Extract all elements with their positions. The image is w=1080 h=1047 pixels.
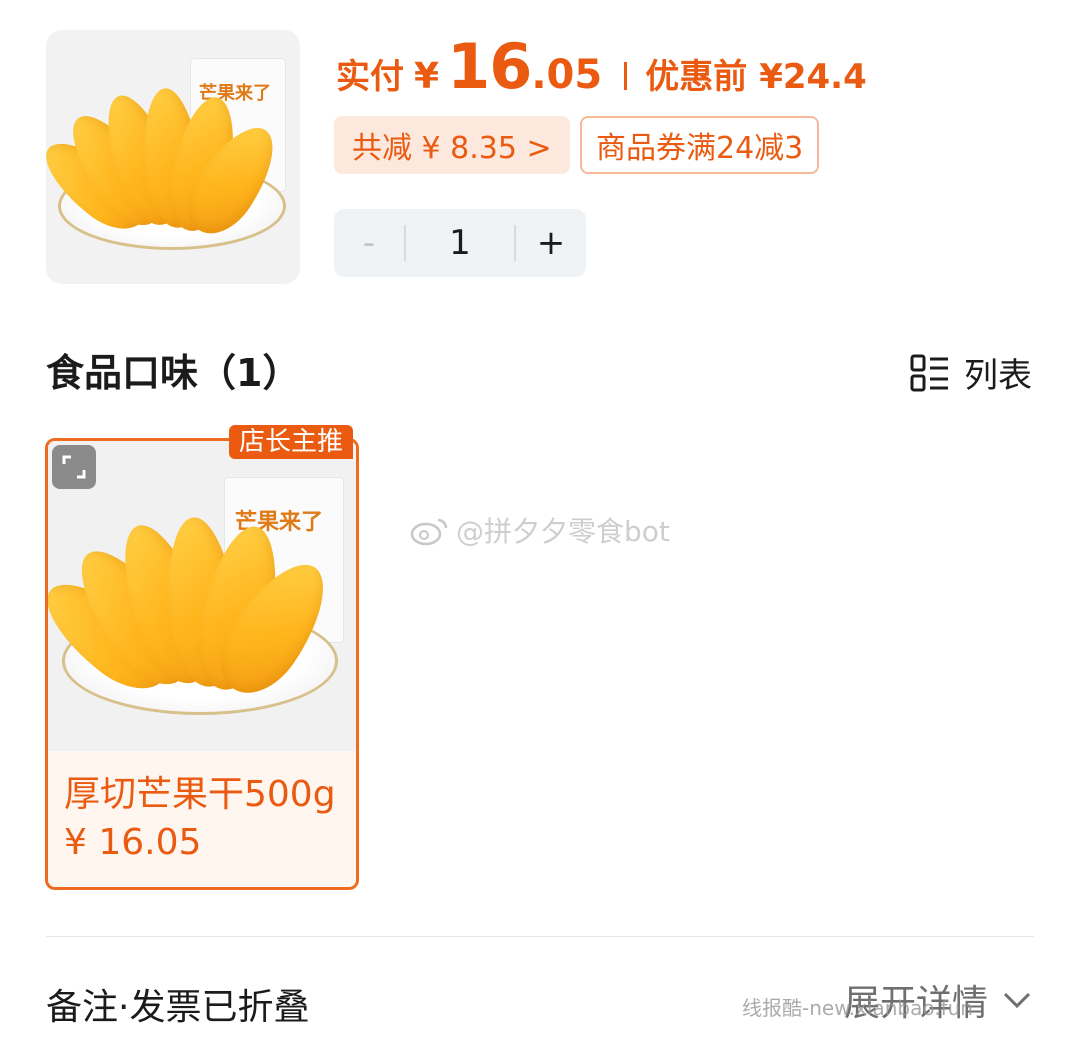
sku-option-card[interactable]: 芒果来了 厚切芒果干500g ¥ 16.05 [45, 438, 359, 890]
flavor-section-title: 食品口味（1） [46, 351, 301, 395]
quantity-stepper: - 1 + [334, 209, 586, 277]
sku-name-price: 厚切芒果干500g ¥ 16.05 [64, 774, 336, 863]
chevron-down-icon [1003, 992, 1031, 1009]
watermark-text: @拼夕夕零食bot [456, 515, 670, 548]
recommend-badge: 店长主推 [229, 425, 354, 459]
price-separator [624, 62, 628, 90]
source-watermark: 线报酷-new.xianbao.fun [742, 996, 973, 1020]
list-view-label: 列表 [964, 356, 1032, 396]
weibo-watermark: @拼夕夕零食bot [410, 510, 670, 550]
list-icon [910, 354, 948, 391]
weibo-icon [410, 518, 448, 546]
currency-symbol: ¥ [414, 56, 440, 97]
remark-invoice-label: 备注·发票已折叠 [46, 987, 310, 1028]
coupon-tag: 商品券满24减3 [580, 116, 820, 174]
paid-price-decimal: .05 [531, 52, 603, 98]
sku-image: 芒果来了 [48, 441, 356, 751]
expand-icon[interactable] [52, 445, 96, 489]
increase-button[interactable]: + [516, 209, 586, 277]
decrease-button[interactable]: - [334, 209, 404, 277]
section-divider [46, 936, 1034, 937]
paid-price-integer: 16 [447, 30, 532, 103]
product-thumbnail[interactable]: 芒果来了 [46, 30, 300, 284]
quantity-value[interactable]: 1 [406, 223, 514, 263]
list-view-toggle[interactable]: 列表 [910, 348, 1032, 397]
original-price: ¥24.4 [759, 57, 867, 97]
total-discount-tag[interactable]: 共减 ¥ 8.35 > [334, 116, 570, 174]
paid-label: 实付 [336, 57, 404, 97]
price-line: 实付 ¥ 16 .05 优惠前 ¥24.4 [336, 30, 867, 110]
original-price-label: 优惠前 [645, 57, 748, 97]
